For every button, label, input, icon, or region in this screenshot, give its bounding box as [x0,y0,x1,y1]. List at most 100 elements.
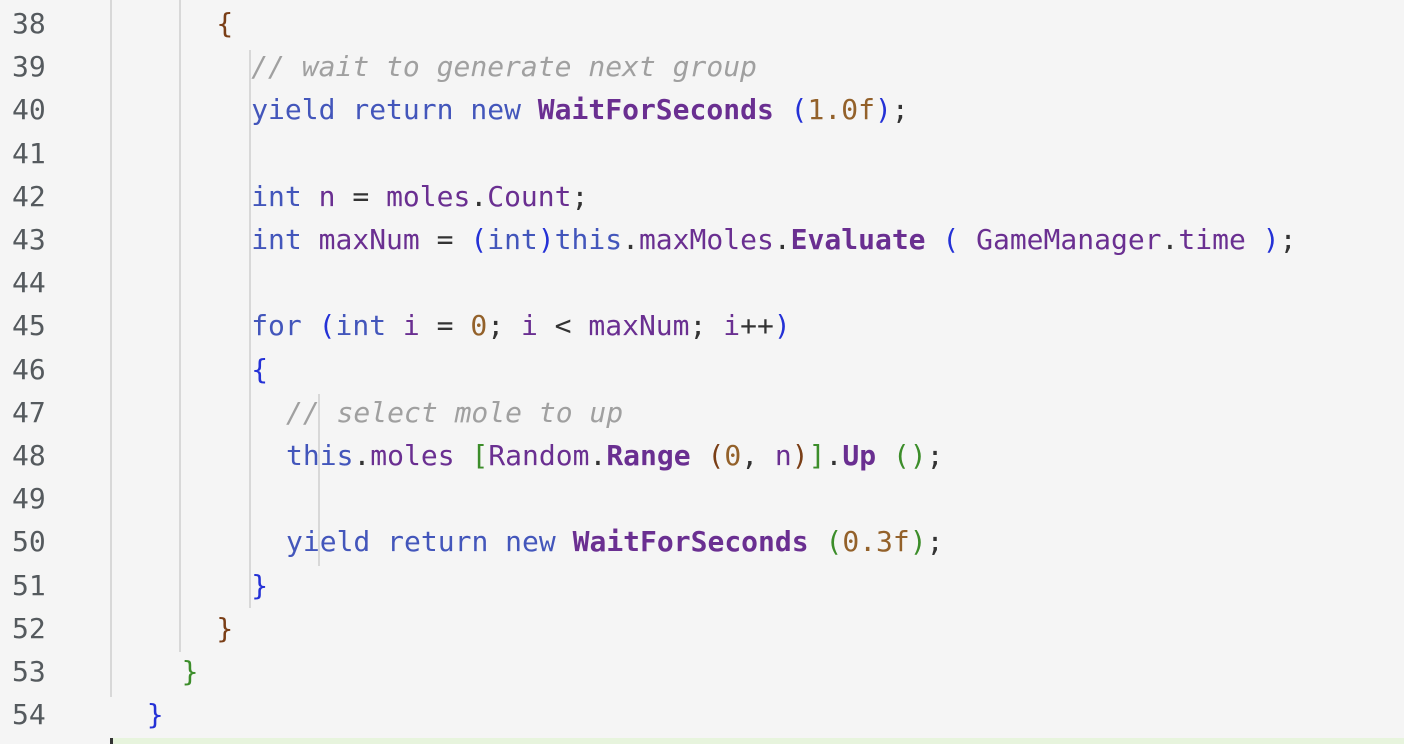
code-line[interactable]: int maxNum = (int)this.maxMoles.Evaluate… [251,218,1296,261]
code-line[interactable]: yield return new WaitForSeconds (0.3f); [286,520,944,563]
code-line[interactable]: yield return new WaitForSeconds (1.0f); [251,88,909,131]
code-token: . [1161,223,1179,256]
line-number: 49 [12,482,46,516]
line-number: 54 [12,698,46,732]
code-token: for [251,309,302,343]
code-token: // select mole to up [286,395,624,429]
code-token: ) [537,223,555,256]
line-number: 44 [12,266,46,300]
code-line[interactable]: } [216,607,233,650]
code-line[interactable]: { [251,348,268,391]
code-token: ( [790,93,808,127]
code-token: Count [487,179,572,213]
code-token: 0 [724,439,742,472]
code-token: ( [825,525,843,559]
code-token: . [622,223,639,256]
code-token: } [146,698,164,732]
code-token: yield [286,525,371,559]
code-token: . [773,223,791,256]
code-token: ; [571,179,589,213]
line-number: 45 [12,309,46,343]
current-line-highlight [110,738,1404,744]
text-cursor [110,738,113,744]
code-line[interactable]: // wait to generate next group [251,45,757,88]
code-editor[interactable]: 38 39 40 41 42 43 44 45 46 47 48 49 50 51 52 53 54 {// w… [0,0,1404,744]
code-token: 0.3f [842,525,910,559]
indent-guide [110,0,112,697]
line-number: 42 [12,179,46,213]
code-token: ) [874,93,892,127]
line-number: 47 [12,395,46,429]
code-token: WaitForSeconds [537,93,774,127]
code-line[interactable]: this.moles [Random.Range (0, n)].Up (); [286,434,944,477]
code-token: 0 [470,309,488,343]
code-token: maxNum [318,223,420,256]
code-token: ++ [740,309,774,343]
code-token: Range [606,439,691,472]
code-token: WaitForSeconds [572,525,809,559]
code-token: moles [386,179,471,213]
code-token: ( [942,223,960,256]
code-token: maxNum [588,309,690,343]
code-token: return [387,525,489,559]
code-token: } [216,611,234,645]
line-number: 43 [12,223,46,256]
code-token: time [1178,223,1246,256]
line-number: 41 [12,136,46,170]
code-token: ( [707,439,725,472]
code-token: ; [926,525,944,559]
code-token: ) [909,525,927,559]
code-line[interactable]: for (int i = 0; i < maxNum; i++) [251,304,791,347]
code-token: { [251,352,269,386]
code-token: ; [487,309,521,343]
code-line[interactable]: int n = moles.Count; [251,175,588,218]
code-token: ) [1262,223,1280,256]
line-number: 38 [12,7,46,40]
code-token: GameManager [976,223,1162,256]
code-token: ; [689,309,724,343]
code-token: , [741,439,775,472]
code-line[interactable]: // select mole to up [286,391,623,434]
line-number: 48 [12,439,46,472]
code-token: ; [891,93,909,127]
code-line[interactable]: } [147,693,164,736]
line-number: 52 [12,611,46,645]
code-token: i [402,309,420,343]
code-line[interactable]: } [251,564,268,607]
code-token: i [723,309,741,343]
code-token: n [318,179,336,213]
code-token: [ [471,439,489,472]
code-token: int [251,179,302,213]
code-token: Evaluate [790,223,926,256]
line-number: 46 [12,352,46,386]
code-token: Up [842,439,877,472]
code-token: i [520,309,538,343]
code-token: } [251,568,269,602]
line-number: 51 [12,568,46,602]
code-line[interactable]: } [182,650,199,693]
code-token: () [892,439,927,472]
code-token: = [335,179,387,213]
code-token: { [216,7,234,40]
code-token: ; [926,439,944,472]
code-token: new [470,93,521,127]
code-token: this [554,223,623,256]
code-line[interactable]: { [216,2,233,45]
code-token: . [825,439,843,472]
code-token: n [774,439,792,472]
code-token: ) [791,439,809,472]
code-token: Random [488,439,590,472]
code-token: ) [773,309,791,343]
